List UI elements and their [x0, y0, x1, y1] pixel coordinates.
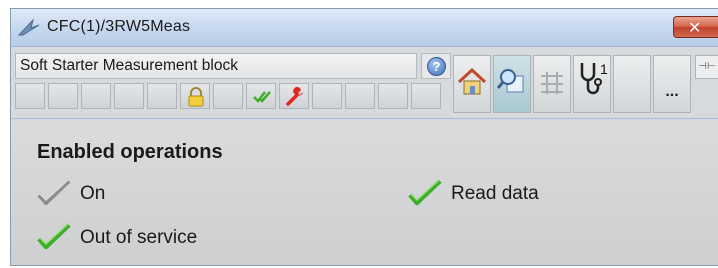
status-cell-empty [213, 83, 243, 109]
diagnostics-count: 1 [600, 61, 608, 77]
status-cell-lock[interactable] [180, 83, 210, 109]
more-label: ... [665, 83, 679, 100]
help-button[interactable]: ? [421, 53, 451, 79]
wrench-icon [286, 87, 303, 106]
status-cell-empty [378, 83, 408, 109]
stethoscope-icon: 1 [580, 61, 608, 95]
app-icon [17, 18, 40, 36]
faceplate-window: CFC(1)/3RW5Meas ✕ Soft Starter Measureme… [10, 8, 718, 266]
more-button[interactable]: ... [653, 55, 691, 113]
status-cell-maintenance[interactable] [279, 83, 309, 109]
double-check-icon [253, 91, 271, 103]
help-icon: ? [427, 57, 446, 76]
check-grey-icon [37, 179, 71, 205]
operation-label: Out of service [80, 227, 198, 248]
diagnostics-button[interactable]: 1 [573, 55, 611, 113]
home-icon [457, 67, 487, 95]
status-cell-empty [345, 83, 375, 109]
operations-panel: Enabled operations On Read data Out of s… [11, 120, 718, 265]
operation-label: On [80, 183, 106, 204]
title-bar[interactable]: CFC(1)/3RW5Meas ✕ [11, 9, 718, 47]
status-cell-empty [147, 83, 177, 109]
pin-icon: ⊣⊢ [698, 61, 716, 72]
status-cell-empty [15, 83, 45, 109]
magnifier-icon [497, 69, 524, 93]
status-cell-empty [114, 83, 144, 109]
home-button[interactable] [453, 55, 491, 113]
check-green-icon [37, 223, 71, 250]
status-cell-empty [312, 83, 342, 109]
parameters-button[interactable] [533, 55, 571, 113]
section-title: Enabled operations [37, 141, 223, 163]
window-title: CFC(1)/3RW5Meas [47, 18, 191, 35]
network-icon [541, 72, 563, 94]
toolbar: Soft Starter Measurement block ? 1 ... ⊣… [11, 47, 718, 119]
check-green-icon [408, 179, 442, 206]
preview-button[interactable] [493, 55, 531, 113]
block-name-label: Soft Starter Measurement block [15, 53, 417, 79]
status-cell-empty [411, 83, 441, 109]
status-cell-empty [48, 83, 78, 109]
operation-label: Read data [451, 183, 539, 204]
lock-icon [188, 87, 204, 107]
pin-button[interactable]: ⊣⊢ [695, 55, 718, 79]
status-cell-empty [81, 83, 111, 109]
status-cell-check[interactable] [246, 83, 276, 109]
empty-tool-button[interactable] [613, 55, 651, 113]
close-icon: ✕ [688, 18, 702, 37]
close-button[interactable]: ✕ [673, 16, 718, 38]
